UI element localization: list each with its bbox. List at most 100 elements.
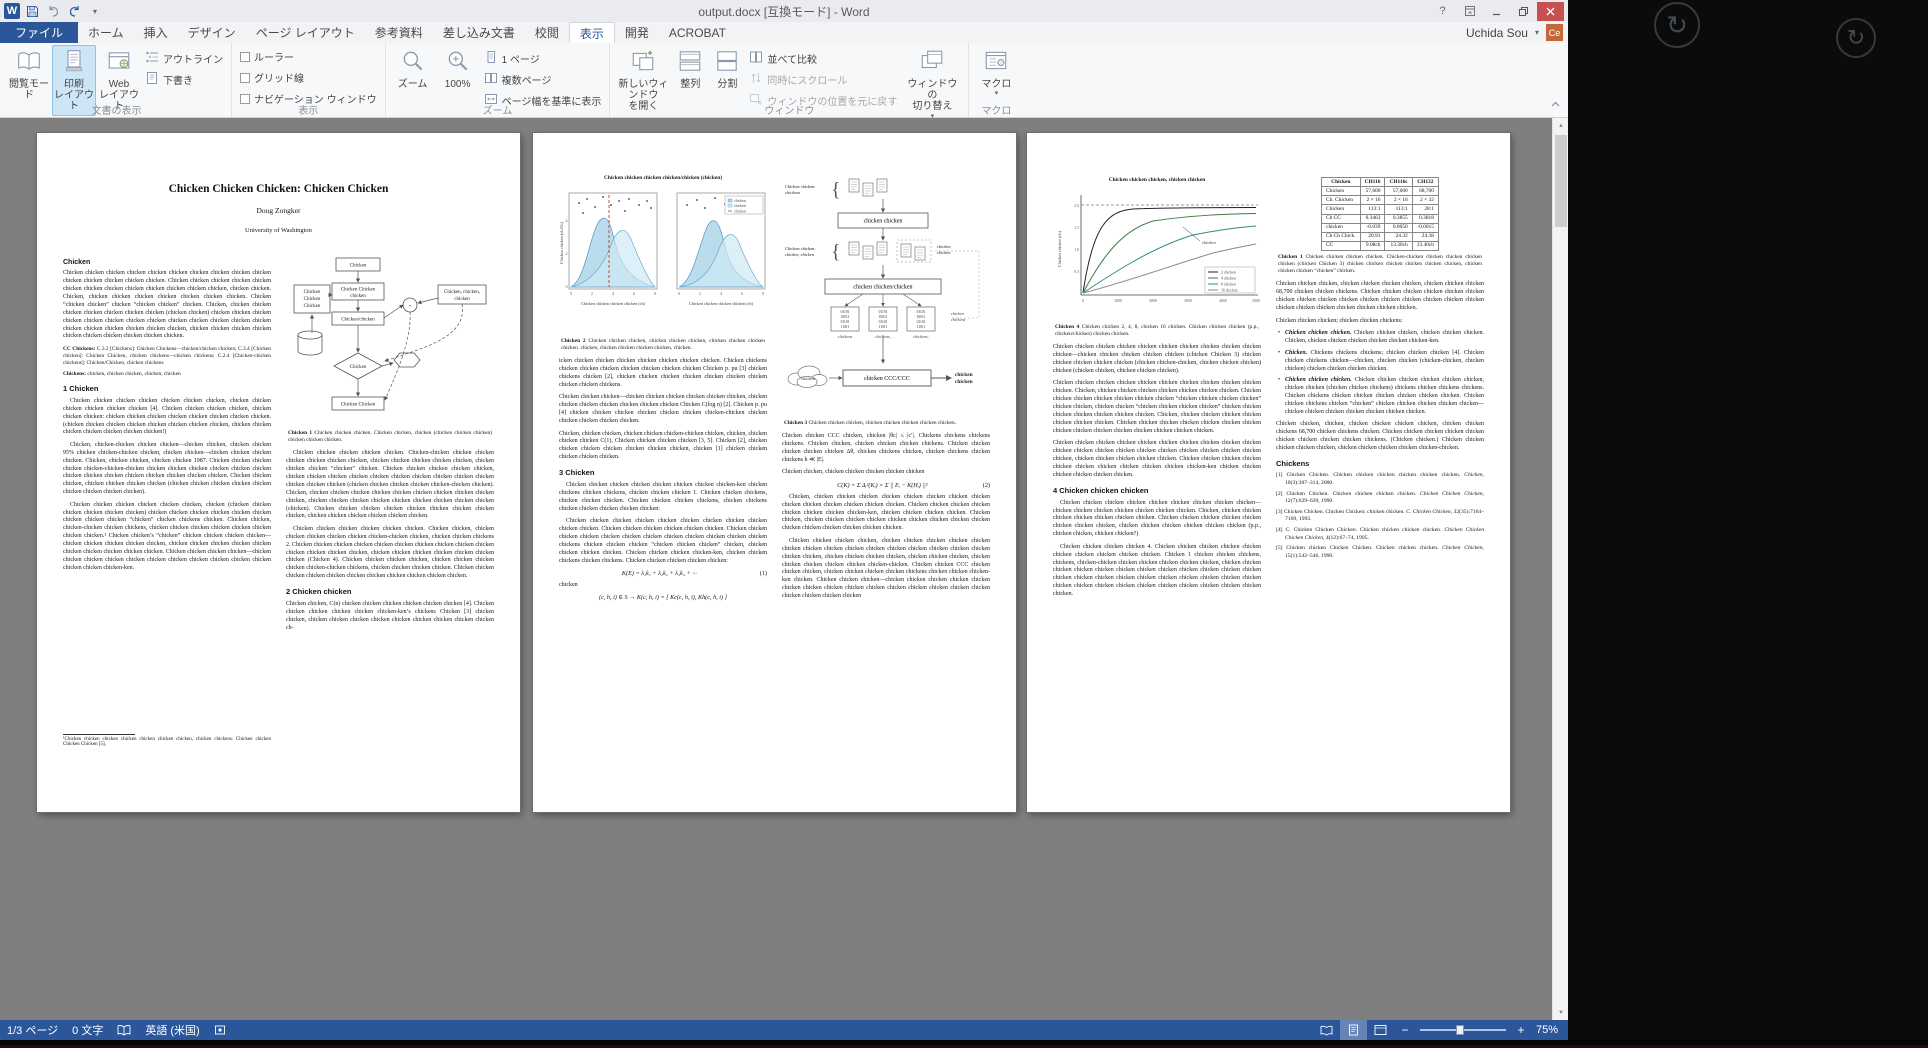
scrollbar-thumb[interactable] — [1555, 135, 1567, 227]
svg-text:01101: 01101 — [917, 310, 926, 314]
figure-4-line-chart: chicken 2 chicken 4 chicken 8 chicken 16… — [1057, 195, 1260, 303]
tab-developer[interactable]: 開発 — [615, 22, 659, 43]
figure-2-caption-text: Chicken chicken chicken, chicken chicken… — [561, 338, 765, 352]
zoom-button[interactable]: ズーム — [391, 45, 435, 93]
print-layout-view-button[interactable] — [1339, 1020, 1367, 1040]
arrange-all-label: 整列 — [680, 79, 701, 90]
outline-view-button[interactable]: アウトライン — [142, 50, 226, 67]
tab-file[interactable]: ファイル — [0, 22, 79, 43]
page1-right-paragraphs-2: Chicken chicken, C(n) chicken chicken ch… — [286, 601, 494, 633]
gridlines-checkbox[interactable]: グリッド線 — [237, 69, 380, 86]
page1-left-paragraphs: Chicken chicken chicken chicken chicken … — [63, 398, 271, 573]
vertical-scrollbar[interactable]: ▲ ▼ — [1552, 118, 1568, 1020]
qat-customize-dropdown[interactable]: ▾ — [86, 2, 104, 20]
proofing-status[interactable] — [110, 1020, 138, 1040]
outline-icon — [145, 50, 159, 67]
page3-right-paragraphs-2: Chicken chicken, chicken, chicken chicke… — [1276, 421, 1484, 453]
ruler-checkbox[interactable]: ルーラー — [237, 48, 380, 65]
web-layout-view-button[interactable] — [1367, 1020, 1394, 1040]
word-count[interactable]: 0 文字 — [65, 1020, 110, 1040]
tab-insert[interactable]: 挿入 — [134, 22, 178, 43]
read-mode-view-button[interactable] — [1313, 1020, 1340, 1040]
group-label-window: ウィンドウ — [764, 106, 815, 117]
restore-button[interactable] — [1510, 2, 1537, 21]
macros-button[interactable]: マクロ ▾ — [974, 45, 1018, 100]
account-dropdown-caret[interactable]: ▾ — [1535, 28, 1539, 37]
document-page-1[interactable]: Chicken Chicken Chicken: Chicken Chicken… — [37, 133, 520, 812]
zoom-out-button[interactable]: − — [1394, 1020, 1416, 1040]
read-mode-button[interactable]: 閲覧モード — [7, 45, 51, 104]
tab-mailings[interactable]: 差し込み文書 — [433, 22, 525, 43]
scroll-down-arrow[interactable]: ▼ — [1553, 1005, 1568, 1020]
figure-2-density-plots: chicken chicken chicken 0 2 4 6 8 0 2 4 6 8 0 .2.… — [559, 192, 766, 306]
svg-text:chicken chicken: chicken chicken — [864, 219, 903, 225]
svg-text:Chicken chicken:: Chicken chicken: — [785, 184, 816, 189]
zoom-in-button[interactable]: + — [1510, 1020, 1532, 1040]
page-indicator[interactable]: 1/3 ページ — [0, 1020, 65, 1040]
table-row: CC 9.08ch 13.30ch 13.40ch — [1321, 240, 1439, 252]
figure-2-caption: Chicken 2 Chicken chicken chicken, chick… — [561, 338, 765, 352]
minimize-button[interactable] — [1483, 2, 1510, 21]
figure-4-caption: Chicken 4 Chicken chicken 2, 4, 8, chick… — [1055, 324, 1259, 338]
table-1-caption-text: Chicken chicken chicken chicken. Chicken… — [1278, 254, 1483, 275]
undo-button[interactable] — [44, 2, 62, 20]
one-page-button[interactable]: 1 ページ — [481, 50, 605, 67]
tab-design[interactable]: デザイン — [178, 22, 246, 43]
read-mode-label: 閲覧モード — [9, 79, 49, 102]
tab-view[interactable]: 表示 — [568, 22, 615, 43]
avatar[interactable]: Ce — [1546, 24, 1563, 41]
save-button[interactable] — [23, 2, 41, 20]
svg-text:Chicken chicken chicken chicke: Chicken chicken chicken chicken (ch) — [689, 301, 754, 306]
abstract-heading: Chicken — [63, 259, 91, 266]
window-title: output.docx [互換モード] - Word — [698, 4, 870, 19]
document-page-2[interactable]: Chicken chicken chicken chicken/chicken … — [533, 133, 1016, 812]
svg-text:4 chicken: 4 chicken — [1221, 277, 1236, 281]
tab-references[interactable]: 参考資料 — [365, 22, 433, 43]
synchronous-scrolling-button: 同時にスクロール — [746, 71, 900, 88]
scroll-up-arrow[interactable]: ▲ — [1553, 118, 1568, 133]
macro-recording-indicator[interactable] — [207, 1020, 233, 1040]
document-page-3[interactable]: Chicken chicken chicken, chicken chicken… — [1027, 133, 1510, 812]
help-button[interactable]: ? — [1429, 2, 1456, 21]
paper-title: Chicken Chicken Chicken: Chicken Chicken — [168, 183, 389, 195]
tab-page-layout[interactable]: ページ レイアウト — [246, 22, 365, 43]
split-button[interactable]: 分割 — [709, 45, 745, 93]
svg-text:6: 6 — [633, 292, 635, 296]
multiple-pages-label: 複数ページ — [501, 76, 552, 87]
tab-review[interactable]: 校閲 — [525, 22, 569, 43]
page3-right-paragraphs: Chicken chicken chicken, chicken chicken… — [1276, 281, 1484, 325]
zoom-percentage[interactable]: 75% — [1532, 1024, 1568, 1036]
tab-home[interactable]: ホーム — [78, 22, 134, 43]
language-indicator[interactable]: 英語 (米国) — [138, 1020, 206, 1040]
synchronous-scrolling-icon — [749, 71, 763, 88]
close-button[interactable] — [1537, 1, 1564, 21]
ribbon-display-options-button[interactable] — [1456, 2, 1483, 21]
table-header-cell: CH116 — [1359, 177, 1386, 188]
zoom-slider-thumb[interactable] — [1456, 1025, 1465, 1035]
arrange-all-button[interactable]: 整列 — [672, 45, 708, 93]
svg-text:3000: 3000 — [1184, 299, 1192, 303]
draft-view-button[interactable]: 下書き — [142, 71, 226, 88]
word-window: W ▾ output.docx [互換モード] - Word ? ファイル ホー… — [0, 0, 1568, 1040]
paper-author: Doug Zongker — [256, 206, 301, 215]
svg-text:{: { — [831, 179, 841, 201]
reference-item: [5] Chicken chicken Chicken Chicken. Chi… — [1276, 545, 1484, 559]
account-name[interactable]: Uchida Sou — [1466, 26, 1528, 40]
paragraph: chicken — [559, 582, 578, 589]
multiple-pages-button[interactable]: 複数ページ — [481, 71, 605, 88]
paragraph: Chicken chicken chicken chicken, chicken… — [782, 537, 990, 600]
outline-label: アウトライン — [163, 55, 223, 66]
figure-3-pipeline: Chicken chicken: chickens { chicken chic… — [785, 178, 980, 388]
bullet-item: Chicken chicken chicken. Chicken chicken… — [1276, 377, 1484, 417]
view-side-by-side-button[interactable]: 並べて比較 — [746, 50, 900, 67]
svg-text:chicken, chicken: chicken, chicken — [785, 252, 815, 258]
zoom-slider[interactable] — [1419, 1025, 1506, 1035]
tab-acrobat[interactable]: ACROBAT — [659, 22, 736, 43]
references-heading: Chickens — [1276, 458, 1310, 468]
collapse-ribbon-button[interactable] — [1550, 96, 1561, 114]
paragraph: Chicken, chicken-chicken chicken chicken… — [63, 441, 271, 496]
group-label-document-views: 文書の表示 — [91, 106, 142, 117]
zoom-100-button[interactable]: 100% — [436, 45, 480, 93]
paragraph: Chicken chicken chicken; chicken chicken… — [1276, 317, 1403, 324]
redo-button[interactable] — [65, 2, 83, 20]
